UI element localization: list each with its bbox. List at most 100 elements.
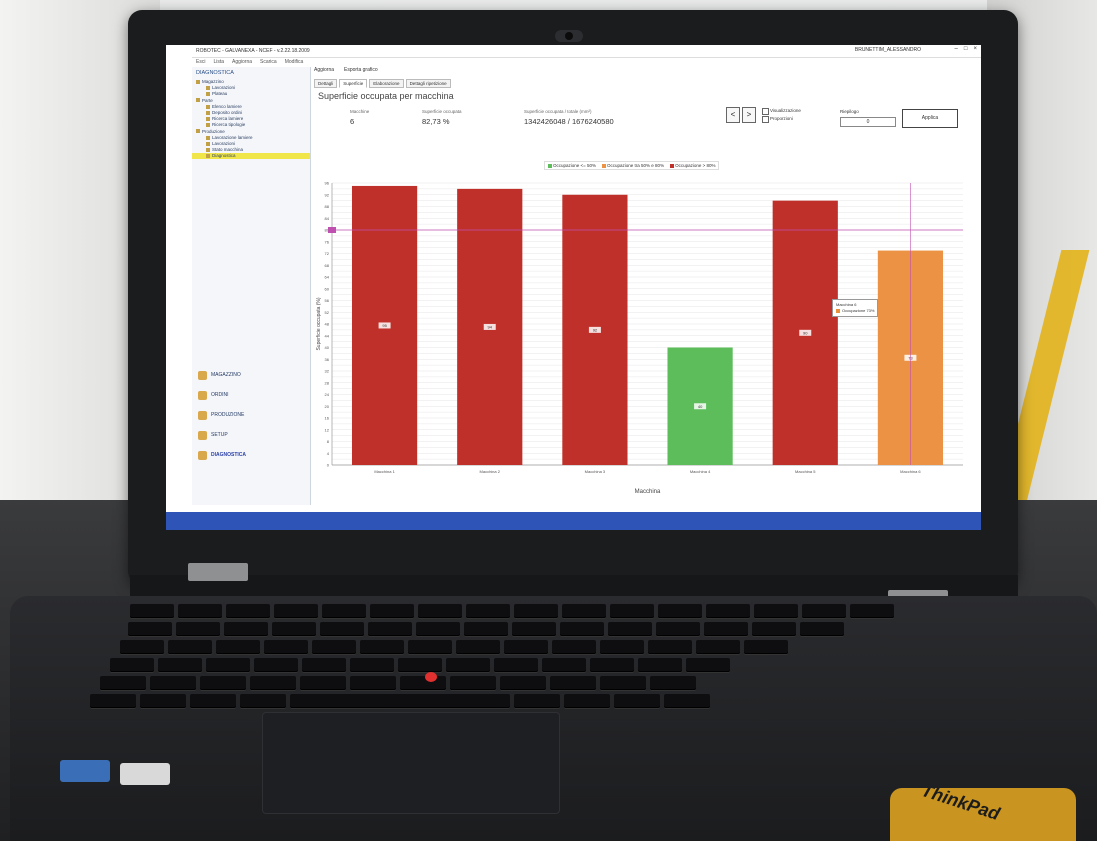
key[interactable] <box>240 694 286 708</box>
key[interactable] <box>272 622 316 636</box>
key[interactable] <box>400 676 446 690</box>
nav-item[interactable]: DIAGNOSTICA <box>192 445 310 465</box>
key[interactable] <box>128 622 172 636</box>
key[interactable] <box>224 622 268 636</box>
key[interactable] <box>368 622 412 636</box>
key[interactable] <box>850 604 894 618</box>
key[interactable] <box>514 604 558 618</box>
key[interactable] <box>130 604 174 618</box>
tab[interactable]: Dettagli ripetizione <box>405 79 451 88</box>
key[interactable] <box>100 676 146 690</box>
key[interactable] <box>500 676 546 690</box>
toolbar-item[interactable]: Aggiorna <box>232 59 252 65</box>
key[interactable] <box>512 622 556 636</box>
key[interactable] <box>456 640 500 654</box>
key[interactable] <box>178 604 222 618</box>
key[interactable] <box>350 676 396 690</box>
tab[interactable]: Dettagli <box>314 79 338 88</box>
key[interactable] <box>250 676 296 690</box>
key[interactable] <box>190 694 236 708</box>
key[interactable] <box>320 622 364 636</box>
key[interactable] <box>800 622 844 636</box>
key[interactable] <box>552 640 596 654</box>
visualization-checkbox[interactable] <box>762 108 769 115</box>
key[interactable] <box>648 640 692 654</box>
summary-input[interactable]: 0 <box>840 117 896 127</box>
next-button[interactable]: > <box>742 107 756 123</box>
trackpoint[interactable] <box>425 672 437 682</box>
key[interactable] <box>158 658 202 672</box>
key[interactable] <box>658 604 702 618</box>
key[interactable] <box>300 676 346 690</box>
maximize-icon[interactable]: □ <box>964 46 968 52</box>
key[interactable] <box>466 604 510 618</box>
key[interactable] <box>200 676 246 690</box>
key[interactable] <box>254 658 298 672</box>
key[interactable] <box>664 694 710 708</box>
key[interactable] <box>150 676 196 690</box>
key[interactable] <box>226 604 270 618</box>
tab[interactable]: Superficie <box>339 79 368 88</box>
key[interactable] <box>600 676 646 690</box>
key[interactable] <box>264 640 308 654</box>
close-icon[interactable]: × <box>973 46 977 52</box>
key[interactable] <box>610 604 654 618</box>
key[interactable] <box>398 658 442 672</box>
key[interactable] <box>650 676 696 690</box>
key[interactable] <box>696 640 740 654</box>
tree-item[interactable]: Diagnostica <box>192 153 310 160</box>
toolbar-item[interactable]: Lista <box>213 59 224 65</box>
key[interactable] <box>408 640 452 654</box>
key[interactable] <box>706 604 750 618</box>
key[interactable] <box>614 694 660 708</box>
key[interactable] <box>290 694 510 708</box>
key[interactable] <box>656 622 700 636</box>
key[interactable] <box>704 622 748 636</box>
key[interactable] <box>754 604 798 618</box>
key[interactable] <box>120 640 164 654</box>
key[interactable] <box>168 640 212 654</box>
key[interactable] <box>550 676 596 690</box>
key[interactable] <box>514 694 560 708</box>
prev-button[interactable]: < <box>726 107 740 123</box>
nav-item[interactable]: PRODUZIONE <box>192 405 310 425</box>
key[interactable] <box>110 658 154 672</box>
key[interactable] <box>752 622 796 636</box>
key[interactable] <box>90 694 136 708</box>
key[interactable] <box>450 676 496 690</box>
key[interactable] <box>608 622 652 636</box>
key[interactable] <box>206 658 250 672</box>
key[interactable] <box>560 622 604 636</box>
key[interactable] <box>464 622 508 636</box>
key[interactable] <box>504 640 548 654</box>
key[interactable] <box>542 658 586 672</box>
key[interactable] <box>564 694 610 708</box>
refresh-button[interactable]: Aggiorna <box>314 67 334 73</box>
key[interactable] <box>176 622 220 636</box>
key[interactable] <box>350 658 394 672</box>
key[interactable] <box>744 640 788 654</box>
touchpad[interactable] <box>262 712 560 814</box>
key[interactable] <box>322 604 366 618</box>
export-chart-button[interactable]: Esporta grafico <box>344 67 378 73</box>
toolbar-item[interactable]: Scarica <box>260 59 277 65</box>
key[interactable] <box>370 604 414 618</box>
key[interactable] <box>274 604 318 618</box>
nav-item[interactable]: ORDINI <box>192 385 310 405</box>
key[interactable] <box>686 658 730 672</box>
key[interactable] <box>418 604 462 618</box>
nav-item[interactable]: MAGAZZINO <box>192 365 310 385</box>
key[interactable] <box>140 694 186 708</box>
toolbar-item[interactable]: Modifica <box>285 59 304 65</box>
key[interactable] <box>312 640 356 654</box>
key[interactable] <box>638 658 682 672</box>
minimize-icon[interactable]: – <box>955 46 958 52</box>
toolbar-item[interactable]: Esci <box>196 59 205 65</box>
key[interactable] <box>802 604 846 618</box>
key[interactable] <box>494 658 538 672</box>
key[interactable] <box>360 640 404 654</box>
apply-button[interactable]: Applica <box>902 109 958 128</box>
key[interactable] <box>600 640 644 654</box>
key[interactable] <box>446 658 490 672</box>
key[interactable] <box>216 640 260 654</box>
